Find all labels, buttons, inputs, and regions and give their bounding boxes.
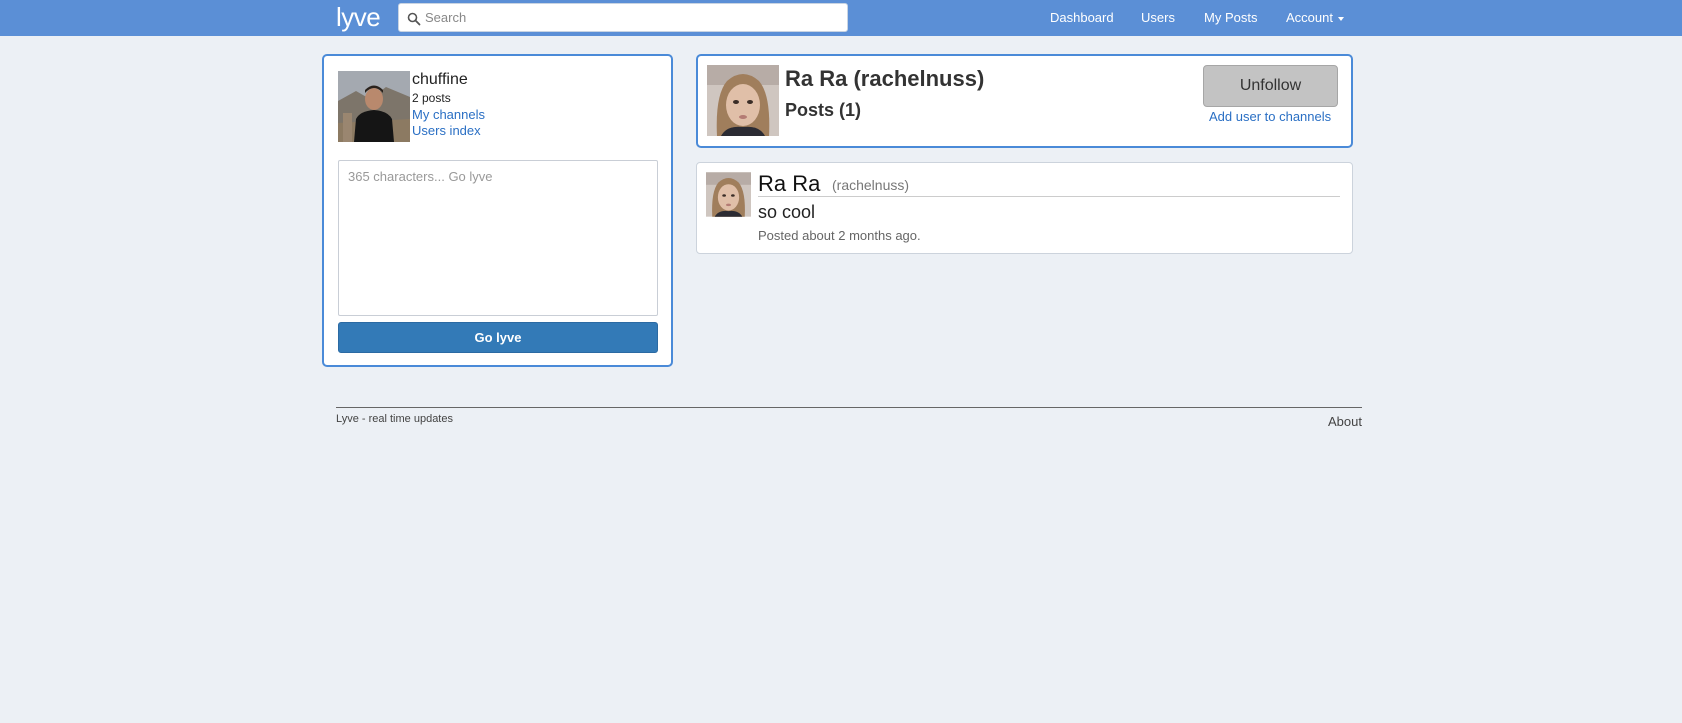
search-icon: [407, 12, 421, 26]
footer-about-link[interactable]: About: [1328, 414, 1362, 429]
footer-tagline: Lyve - real time updates: [336, 413, 453, 425]
nav-my-posts[interactable]: My Posts: [1204, 10, 1257, 25]
profile-header-panel: Ra Ra (rachelnuss) Posts (1) Unfollow Ad…: [696, 54, 1353, 148]
post-author-avatar[interactable]: [706, 172, 751, 217]
my-channels-link[interactable]: My channels: [412, 107, 485, 122]
go-lyve-button[interactable]: Go lyve: [338, 322, 658, 353]
post-card: Ra Ra (rachelnuss) so cool Posted about …: [696, 162, 1353, 254]
search-box[interactable]: [398, 3, 848, 32]
current-user-avatar[interactable]: [338, 71, 410, 142]
users-index-link[interactable]: Users index: [412, 123, 481, 138]
user-photo-icon: [706, 172, 751, 217]
unfollow-button[interactable]: Unfollow: [1203, 65, 1338, 107]
post-timestamp: Posted about 2 months ago.: [758, 228, 921, 243]
compose-post-textarea[interactable]: [338, 160, 658, 316]
profile-avatar[interactable]: [707, 65, 779, 136]
profile-posts-heading: Posts (1): [785, 100, 862, 120]
current-username: chuffine: [412, 71, 468, 88]
add-user-to-channels-link[interactable]: Add user to channels: [1209, 109, 1331, 124]
nav-users[interactable]: Users: [1141, 10, 1175, 25]
nav-dashboard[interactable]: Dashboard: [1050, 10, 1114, 25]
top-navbar: lyve Dashboard Users My Posts Account: [0, 0, 1682, 36]
current-user-post-count: 2 posts: [412, 91, 451, 105]
current-user-panel: chuffine 2 posts My channels Users index…: [322, 54, 673, 367]
nav-account-label: Account: [1286, 10, 1333, 25]
search-input[interactable]: [425, 5, 843, 30]
caret-down-icon: [1337, 16, 1344, 21]
nav-account-dropdown[interactable]: Account: [1286, 10, 1344, 25]
post-author-name[interactable]: Ra Ra: [758, 171, 820, 197]
brand-logo[interactable]: lyve: [336, 2, 381, 33]
user-photo-icon: [338, 71, 410, 142]
profile-title: Ra Ra (rachelnuss): [785, 66, 985, 91]
post-body: so cool: [758, 202, 816, 222]
footer-divider: [336, 407, 1362, 408]
post-author-handle: (rachelnuss): [832, 177, 910, 193]
post-divider: [758, 196, 1340, 197]
user-photo-icon: [707, 65, 779, 136]
